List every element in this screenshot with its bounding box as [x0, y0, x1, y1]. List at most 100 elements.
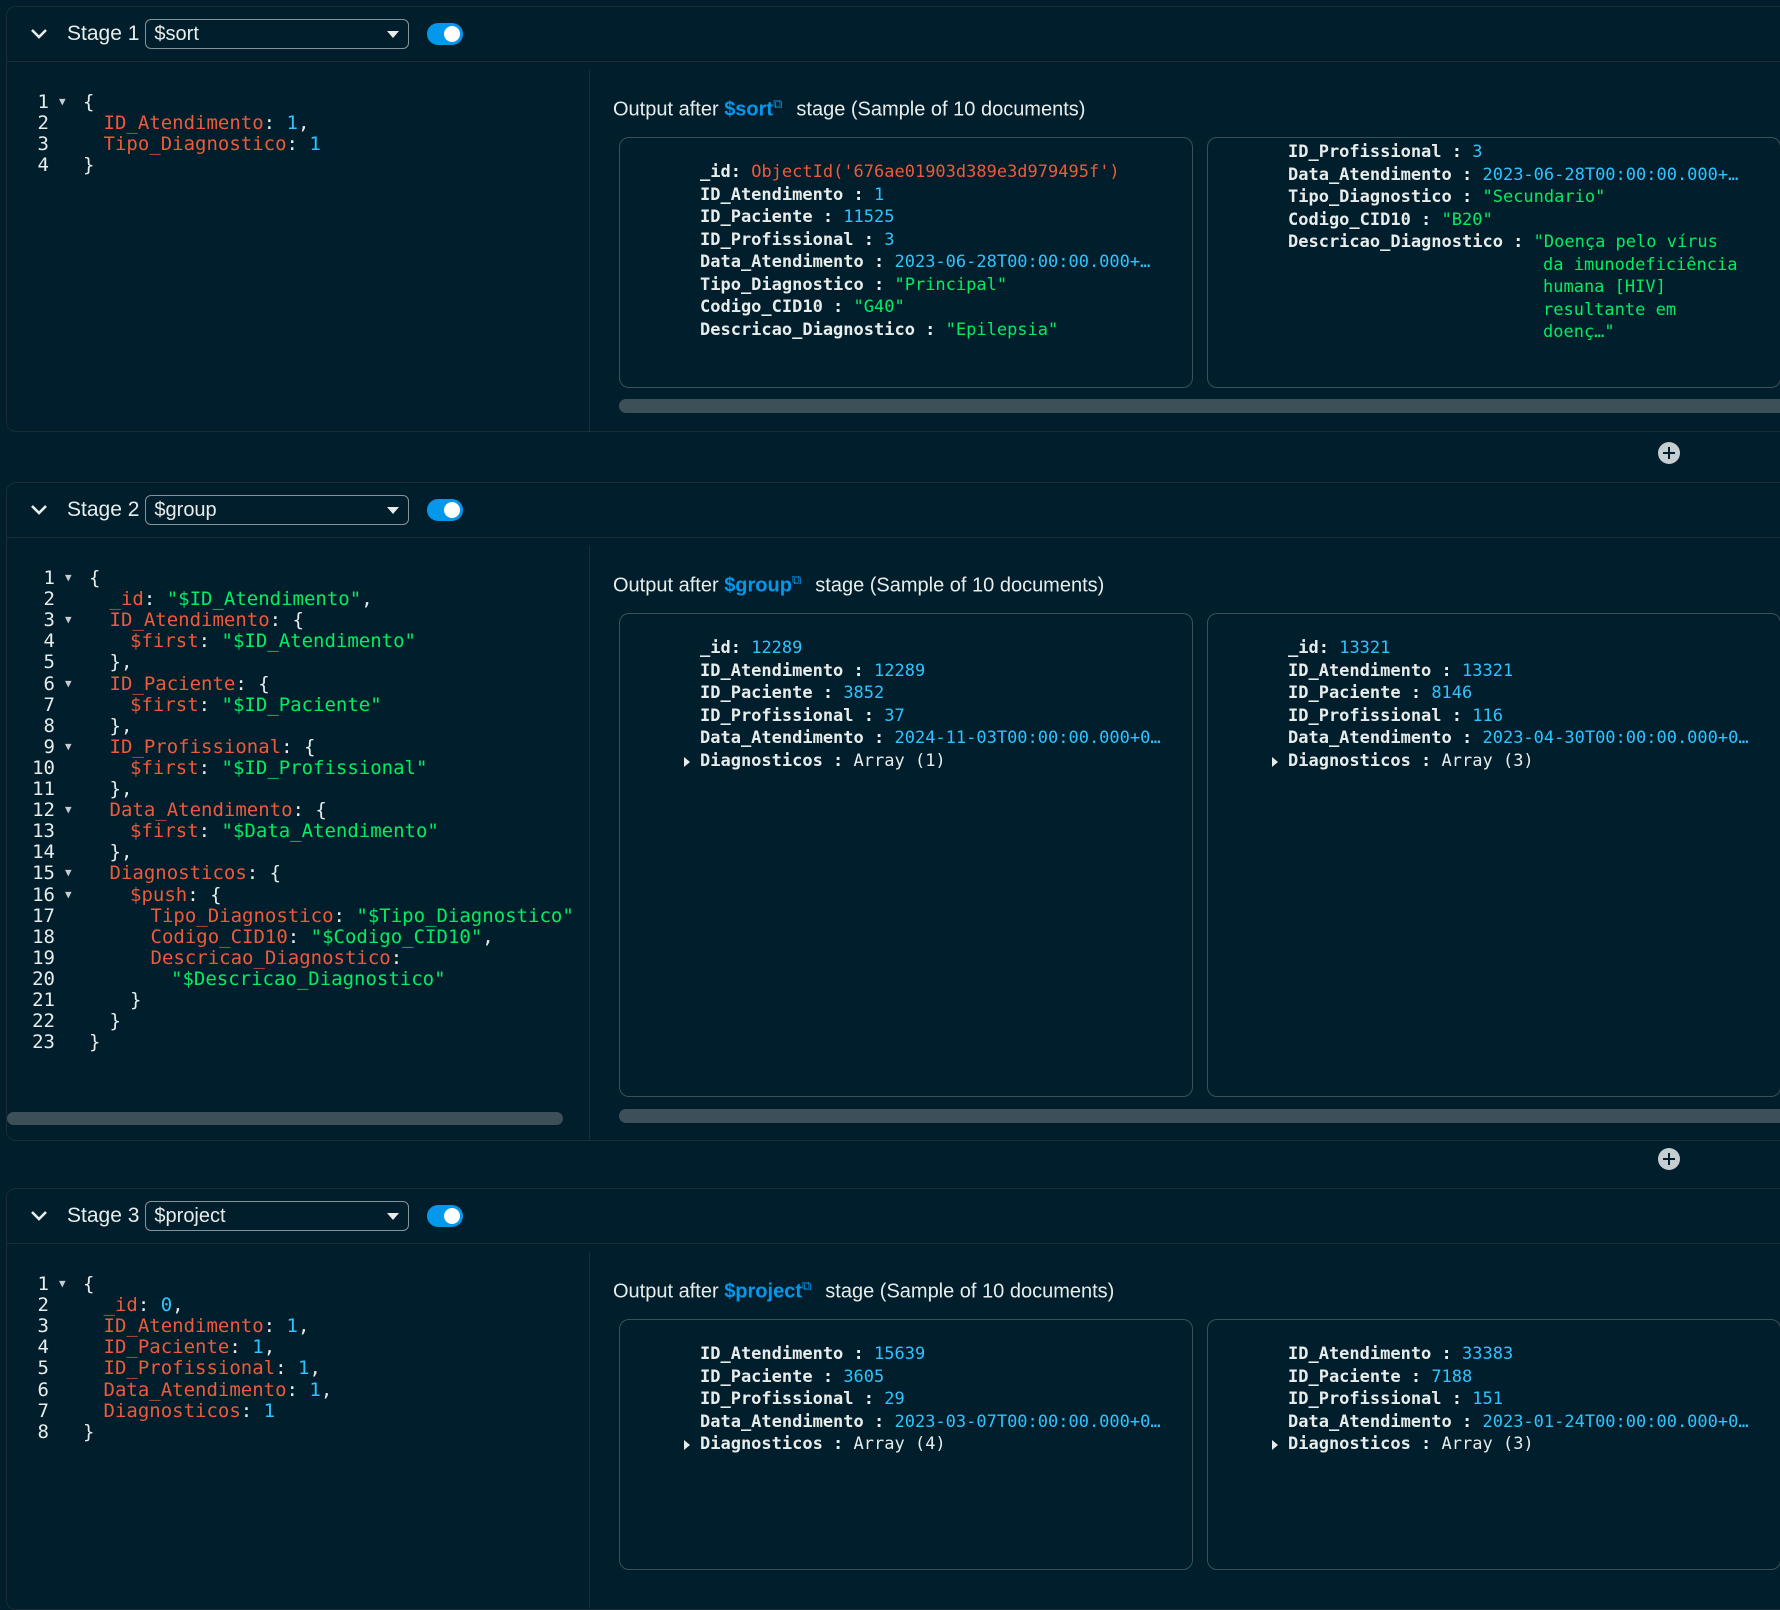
stage-operator-value: $group — [154, 498, 217, 521]
external-link-icon[interactable]: ⧉ — [792, 572, 801, 587]
stage-operator-select[interactable]: $sort — [145, 19, 410, 49]
stage-enabled-toggle[interactable] — [427, 1205, 464, 1227]
document-field[interactable]: Diagnosticos : Array (3) — [1272, 1432, 1534, 1456]
document-field: ID_Profissional : 151 — [1288, 1387, 1503, 1411]
stage-enabled-toggle[interactable] — [427, 499, 464, 521]
field-key: ID_Paciente : — [1288, 683, 1422, 703]
code-token: : — [229, 1336, 253, 1359]
field-key: Data_Atendimento : — [1288, 164, 1473, 185]
code-token: "$Codigo_CID10" — [310, 925, 483, 948]
field-key: ID_Profissional : — [700, 229, 874, 250]
field-value: da imunodeficiência — [1543, 254, 1738, 275]
code-token: $push — [130, 883, 188, 906]
document-field[interactable]: Diagnosticos : Array (4) — [684, 1432, 946, 1456]
document-card: _id: 13321 ID_Atendimento : 13321 ID_Pacie… — [1207, 613, 1780, 1097]
output-suffix: stage (Sample of 10 documents) — [796, 98, 1086, 121]
code-token: : { — [281, 735, 316, 758]
document-card: _id: 12289 ID_Atendimento : 12289 ID_Pacie… — [619, 613, 1193, 1097]
caret-down-icon — [387, 31, 400, 38]
code-token: ID_Atendimento — [103, 112, 264, 135]
field-value: Array (3) — [1441, 1434, 1534, 1454]
field-value: Array (3) — [1441, 750, 1534, 771]
expand-caret-icon[interactable] — [1272, 1440, 1278, 1450]
output-operator-link[interactable]: $group — [724, 575, 792, 597]
external-link-icon[interactable]: ⧉ — [773, 96, 782, 111]
code-token: }, — [109, 651, 133, 674]
output-scrollbar[interactable] — [619, 399, 1780, 413]
field-key: Tipo_Diagnostico : — [1288, 187, 1473, 207]
output-operator-link[interactable]: $project — [724, 1281, 802, 1303]
line-number: 4 — [37, 154, 49, 177]
stage-output: Output after $group⧉ stage (Sample of 10 … — [613, 538, 1780, 1140]
document-field: _id: 12289 — [700, 636, 802, 660]
code-token: 1 — [309, 1378, 321, 1401]
stage-enabled-toggle[interactable] — [427, 23, 464, 45]
chevron-down-icon[interactable] — [29, 500, 49, 520]
stage-title: Stage 2 — [67, 498, 140, 521]
expand-caret-icon[interactable] — [1272, 756, 1278, 767]
field-value: 151 — [1472, 1389, 1503, 1409]
stage-operator-select[interactable]: $project — [145, 1201, 410, 1231]
code-token: "$Data_Atendimento" — [221, 820, 439, 843]
caret-down-icon — [387, 507, 400, 514]
field-value: 3 — [1472, 142, 1483, 162]
toggle-knob — [444, 502, 461, 518]
editor-scrollbar[interactable] — [7, 1112, 563, 1125]
add-stage-button[interactable] — [1658, 442, 1680, 464]
field-key: Data_Atendimento : — [700, 1411, 885, 1432]
field-key: Tipo_Diagnostico : — [700, 274, 885, 295]
field-key: ID_Profissional : — [1288, 142, 1462, 162]
field-value: 11525 — [843, 207, 895, 227]
code-text: } — [89, 1030, 100, 1054]
field-key: ID_Atendimento : — [700, 184, 864, 205]
field-value: 33383 — [1462, 1344, 1514, 1364]
chevron-down-icon[interactable] — [29, 1206, 49, 1226]
code-token: , — [361, 588, 373, 611]
document-card: _id: ObjectId('676ae01903d389e3d979495f'… — [619, 137, 1193, 388]
expand-caret-icon[interactable] — [684, 1440, 690, 1450]
code-token: Data_Atendimento — [109, 799, 293, 822]
field-key: ID_Profissional : — [1288, 705, 1462, 726]
output-operator-link[interactable]: $sort — [724, 99, 773, 121]
code-editor[interactable]: 1 ▼{2 ID_Atendimento: 1, 3 Tipo_Diagnostico:… — [7, 70, 590, 431]
output-scrollbar[interactable] — [619, 1109, 1780, 1123]
code-token: : { — [246, 862, 282, 885]
field-value: resultante em — [1543, 299, 1677, 320]
external-link-icon[interactable]: ⧉ — [802, 1278, 811, 1293]
code-token: : — [286, 1378, 310, 1401]
document-field[interactable]: Diagnosticos : Array (3) — [1272, 749, 1534, 773]
stage-header: Stage 1 $sort — [7, 7, 1780, 62]
field-key: ID_Atendimento : — [1288, 660, 1452, 681]
document-field: ID_Atendimento : 12289 — [700, 659, 925, 683]
stage-operator-select[interactable]: $group — [145, 495, 410, 525]
document-field: da imunodeficiência — [1543, 253, 1737, 277]
document-card: ID_Atendimento : 33383 ID_Paciente : 7188… — [1207, 1319, 1780, 1570]
document-field: ID_Paciente : 3605 — [700, 1365, 884, 1389]
stage-header: Stage 2 $group — [7, 483, 1780, 538]
document-field: resultante em — [1543, 298, 1676, 322]
field-value: 8146 — [1431, 683, 1473, 703]
field-key: ID_Profissional : — [1288, 1389, 1462, 1409]
expand-caret-icon[interactable] — [684, 756, 690, 767]
output-title: Output after $group⧉ stage (Sample of 10 … — [613, 572, 1104, 598]
code-token: ID_Atendimento — [103, 1315, 264, 1338]
code-token: } — [109, 1010, 121, 1033]
field-value: 2023-04-30T00:00:00.000+0… — [1482, 728, 1749, 748]
field-value: 12289 — [874, 660, 926, 681]
output-prefix: Output after — [613, 98, 719, 121]
field-value: 7188 — [1431, 1366, 1473, 1387]
code-editor[interactable]: 1 ▼{2 _id: "$ID_Atendimento", 3 ▼ ID_Atendime… — [7, 546, 590, 1140]
code-token: : — [286, 133, 310, 156]
document-field: ID_Profissional : 3 — [1288, 140, 1483, 164]
field-value: Array (4) — [853, 1434, 946, 1454]
document-field: Descricao_Diagnostico : "Doença pelo vír… — [1288, 230, 1718, 254]
field-key: Descricao_Diagnostico : — [1288, 232, 1524, 252]
chevron-down-icon[interactable] — [29, 24, 49, 44]
document-field: ID_Paciente : 8146 — [1288, 681, 1472, 705]
document-field: humana [HIV] — [1543, 275, 1666, 299]
document-field[interactable]: Diagnosticos : Array (1) — [684, 749, 946, 773]
code-editor[interactable]: 1 ▼{2 _id: 0, 3 ID_Atendimento: 1, 4 ID_Pacien… — [7, 1252, 590, 1609]
document-field: Data_Atendimento : 2024-11-03T00:00:00.0… — [700, 726, 1161, 750]
field-value: 2023-01-24T00:00:00.000+0… — [1482, 1411, 1749, 1432]
add-stage-button[interactable] — [1658, 1148, 1680, 1170]
